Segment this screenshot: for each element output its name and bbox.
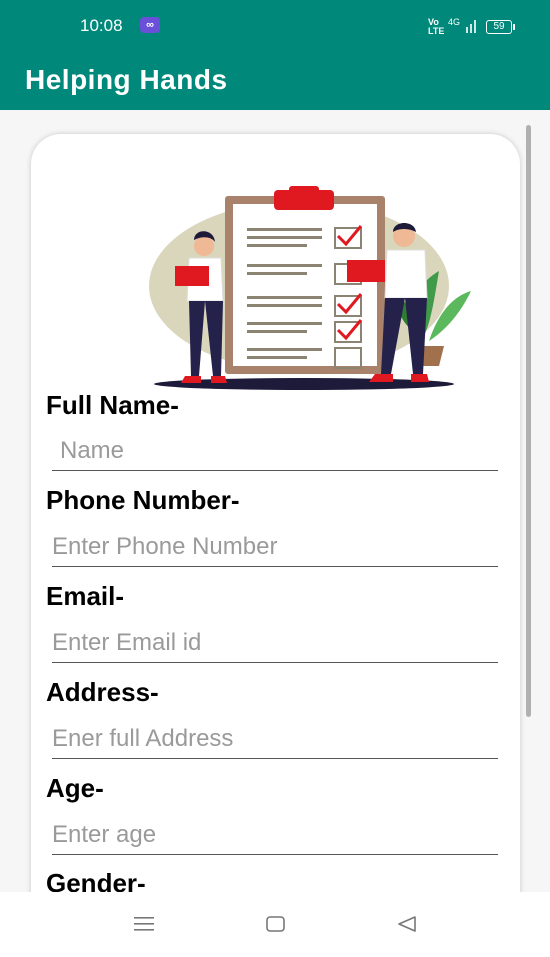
back-triangle-icon[interactable]: [396, 914, 418, 934]
full-name-label: Full Name-: [46, 390, 179, 420]
address-input[interactable]: [52, 720, 498, 759]
full-name-input[interactable]: [52, 432, 498, 471]
email-label: Email-: [46, 581, 125, 611]
home-square-icon[interactable]: [265, 914, 287, 934]
link-icon: ∞: [140, 17, 160, 33]
volte-line2: LTE: [428, 26, 445, 36]
gender-label: Gender-: [46, 868, 146, 892]
age-label: Age-: [46, 773, 104, 803]
checklist-illustration: [149, 186, 471, 390]
network-type: 4G: [448, 17, 461, 27]
menu-icon[interactable]: [133, 914, 155, 934]
app-title: Helping Hands: [25, 64, 228, 95]
status-time: 10:08: [80, 16, 123, 35]
app-bar: Helping Hands: [0, 52, 550, 110]
scrollbar[interactable]: [526, 125, 531, 717]
phone-number-label: Phone Number-: [46, 485, 240, 515]
signal-icon: [466, 20, 476, 33]
battery-icon: 59: [486, 20, 515, 34]
system-nav-bar: [0, 892, 550, 957]
volte-indicator: Vo LTE: [428, 18, 444, 36]
status-bar: 10:08 ∞ Vo LTE 4G 59: [0, 0, 550, 52]
address-label: Address-: [46, 677, 159, 707]
age-input[interactable]: [52, 816, 498, 855]
form-scroll-area[interactable]: Full Name- Phone Number- Email- Address-…: [0, 110, 550, 892]
phone-number-input[interactable]: [52, 528, 498, 567]
email-input[interactable]: [52, 624, 498, 663]
